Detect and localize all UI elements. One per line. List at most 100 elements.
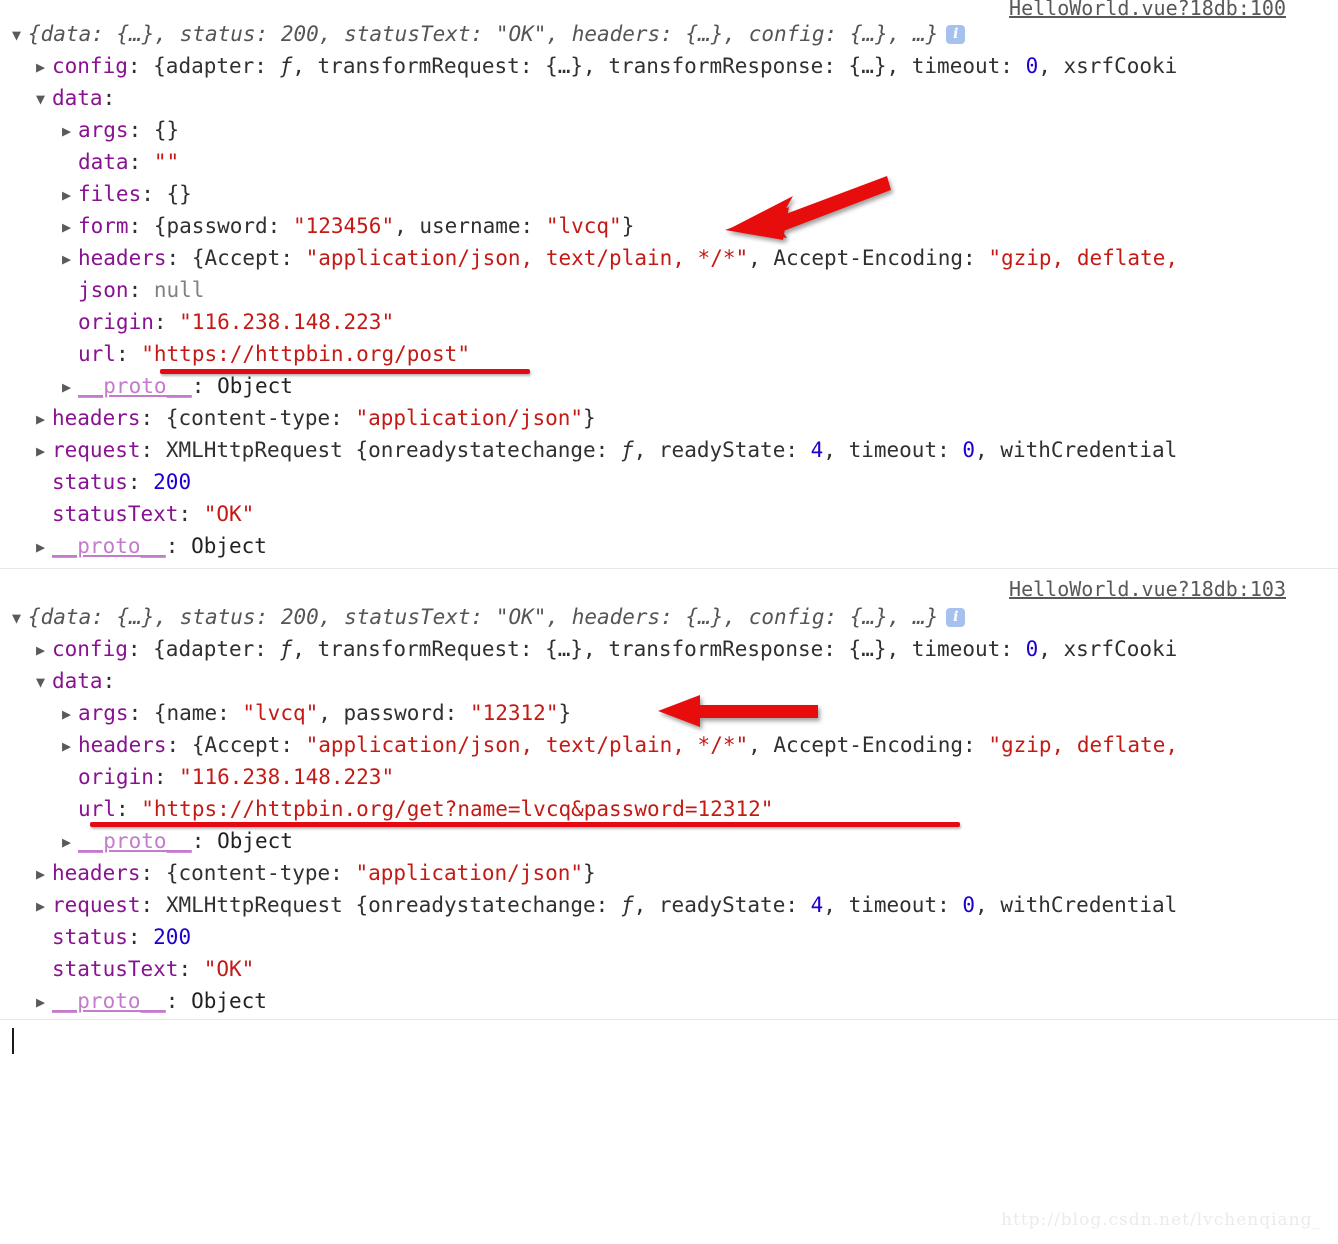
headers-accept-value: "application/json, text/plain, */*" xyxy=(305,733,749,757)
files-value: {} xyxy=(166,182,192,206)
config-timeout-value: 0 xyxy=(1025,54,1039,78)
annotation-underline-get-url xyxy=(90,822,960,827)
url-value: https://httpbin.org/get?name=lvcq&passwo… xyxy=(153,797,761,821)
text-caret xyxy=(12,1028,14,1054)
row-proto-data[interactable]: ▶ __proto__: Object xyxy=(0,825,1338,857)
args-mid: , password: xyxy=(318,701,470,725)
collapse-triangle-icon[interactable]: ▶ xyxy=(36,986,52,1017)
object-summary-row-2[interactable]: ▼ {data: {…}, status: 200, statusText: "O… xyxy=(0,601,1338,633)
console-log-entry-2[interactable]: HelloWorld.vue?18db:103 ▼ {data: {…}, sta… xyxy=(0,569,1338,1020)
headers-encoding-value: "gzip, deflate, xyxy=(988,246,1178,270)
row-headers-req[interactable]: ▶ headers: {Accept: "application/json, te… xyxy=(0,242,1338,274)
key-origin: origin xyxy=(78,310,154,334)
headers-encoding-value: "gzip, deflate, xyxy=(988,733,1178,757)
source-link-entry-2[interactable]: HelloWorld.vue?18db:103 xyxy=(1009,575,1286,603)
row-request[interactable]: ▶ request: XMLHttpRequest {onreadystatech… xyxy=(0,434,1338,466)
collapse-triangle-icon[interactable]: ▶ xyxy=(62,730,78,761)
triangle-spacer: ▶ xyxy=(62,762,78,793)
expand-triangle-icon[interactable]: ▼ xyxy=(12,602,28,633)
key-headers-resp: headers xyxy=(52,861,141,885)
console-log-entry-1[interactable]: HelloWorld.vue?18db:100 ▼ {data: {…}, sta… xyxy=(0,0,1338,569)
collapse-triangle-icon[interactable]: ▶ xyxy=(62,698,78,729)
summary-mid: , statusText: xyxy=(318,605,496,629)
collapse-triangle-icon[interactable]: ▶ xyxy=(36,634,52,665)
headers-resp-suffix: } xyxy=(583,861,596,885)
key-data-inner: data xyxy=(78,150,129,174)
row-headers-resp[interactable]: ▶ headers: {content-type: "application/js… xyxy=(0,402,1338,434)
collapse-triangle-icon[interactable]: ▶ xyxy=(62,115,78,146)
function-glyph: ƒ xyxy=(620,893,634,917)
request-suffix: , withCredential xyxy=(975,438,1178,462)
row-origin: ▶origin: "116.238.148.223" xyxy=(0,306,1338,338)
status-value: 200 xyxy=(153,470,192,494)
summary-mid: , statusText: xyxy=(318,22,496,46)
args-suffix: } xyxy=(558,701,572,725)
key-statustext: statusText xyxy=(52,502,179,526)
collapse-triangle-icon[interactable]: ▶ xyxy=(36,435,52,466)
args-password-value: "12312" xyxy=(469,701,559,725)
triangle-spacer: ▶ xyxy=(62,275,78,306)
row-statustext: ▶statusText: "OK" xyxy=(0,953,1338,985)
summary-suffix: , headers: {…}, config: {…}, …} xyxy=(546,22,939,46)
source-link-entry-1[interactable]: HelloWorld.vue?18db:100 xyxy=(1009,0,1286,22)
key-proto-root[interactable]: __proto__ xyxy=(52,989,166,1013)
summary-statustext-value: "OK" xyxy=(495,22,547,46)
collapse-triangle-icon[interactable]: ▶ xyxy=(62,243,78,274)
key-statustext: statusText xyxy=(52,957,179,981)
collapse-triangle-icon[interactable]: ▶ xyxy=(62,826,78,857)
function-glyph: ƒ xyxy=(279,637,293,661)
row-form[interactable]: ▶ form: {password: "123456", username: "l… xyxy=(0,210,1338,242)
key-proto-root[interactable]: __proto__ xyxy=(52,534,166,558)
headers-prefix: {Accept: xyxy=(191,733,306,757)
collapse-triangle-icon[interactable]: ▶ xyxy=(36,531,52,562)
statustext-value: "OK" xyxy=(203,502,255,526)
annotation-underline-post-url xyxy=(160,369,530,374)
request-prefix: XMLHttpRequest {onreadystatechange: xyxy=(165,893,621,917)
summary-status-value: 200 xyxy=(280,605,319,629)
row-headers-resp[interactable]: ▶ headers: {content-type: "application/js… xyxy=(0,857,1338,889)
collapse-triangle-icon[interactable]: ▶ xyxy=(36,858,52,889)
summary-suffix: , headers: {…}, config: {…}, …} xyxy=(546,605,939,629)
collapse-triangle-icon[interactable]: ▶ xyxy=(62,179,78,210)
request-timeout-value: 0 xyxy=(962,438,976,462)
object-summary-row-1[interactable]: ▼ {data: {…}, status: 200, statusText: "O… xyxy=(0,18,1338,50)
data-inner-value: "" xyxy=(153,150,180,174)
collapse-triangle-icon[interactable]: ▶ xyxy=(36,51,52,82)
summary-prefix: {data: {…}, status: xyxy=(28,22,281,46)
triangle-spacer: ▶ xyxy=(36,467,52,498)
row-data[interactable]: ▼ data: xyxy=(0,82,1338,114)
expand-triangle-icon[interactable]: ▼ xyxy=(36,83,52,114)
key-headers: headers xyxy=(78,246,167,270)
config-value-1: {adapter: xyxy=(153,637,280,661)
console-input-prompt[interactable] xyxy=(0,1020,1338,1062)
expand-triangle-icon[interactable]: ▼ xyxy=(12,19,28,50)
watermark: http://blog.csdn.net/lvchenqiang_ xyxy=(1001,1210,1322,1230)
row-request[interactable]: ▶ request: XMLHttpRequest {onreadystatech… xyxy=(0,889,1338,921)
row-proto-root[interactable]: ▶ __proto__: Object xyxy=(0,530,1338,562)
key-proto[interactable]: __proto__ xyxy=(78,374,192,398)
request-suffix: , withCredential xyxy=(975,893,1178,917)
row-proto-root[interactable]: ▶ __proto__: Object xyxy=(0,985,1338,1017)
info-icon[interactable]: i xyxy=(946,25,966,44)
triangle-spacer: ▶ xyxy=(62,307,78,338)
key-files: files xyxy=(78,182,142,206)
key-request: request xyxy=(52,893,141,917)
expand-triangle-icon[interactable]: ▼ xyxy=(36,666,52,697)
row-config[interactable]: ▶ config: {adapter: ƒ, transformRequest: … xyxy=(0,50,1338,82)
info-icon[interactable]: i xyxy=(946,608,966,627)
key-proto[interactable]: __proto__ xyxy=(78,829,192,853)
row-config[interactable]: ▶ config: {adapter: ƒ, transformRequest: … xyxy=(0,633,1338,665)
row-args[interactable]: ▶ args: {} xyxy=(0,114,1338,146)
collapse-triangle-icon[interactable]: ▶ xyxy=(62,211,78,242)
collapse-triangle-icon[interactable]: ▶ xyxy=(36,403,52,434)
form-username-value: "lvcq" xyxy=(545,214,622,238)
row-proto-data[interactable]: ▶ __proto__: Object xyxy=(0,370,1338,402)
headers-resp-contenttype-value: "application/json" xyxy=(355,861,584,885)
request-mid: , readyState: xyxy=(633,893,811,917)
collapse-triangle-icon[interactable]: ▶ xyxy=(36,890,52,921)
key-form: form xyxy=(78,214,129,238)
function-glyph: ƒ xyxy=(279,54,293,78)
status-value: 200 xyxy=(153,925,192,949)
row-files[interactable]: ▶ files: {} xyxy=(0,178,1338,210)
collapse-triangle-icon[interactable]: ▶ xyxy=(62,371,78,402)
